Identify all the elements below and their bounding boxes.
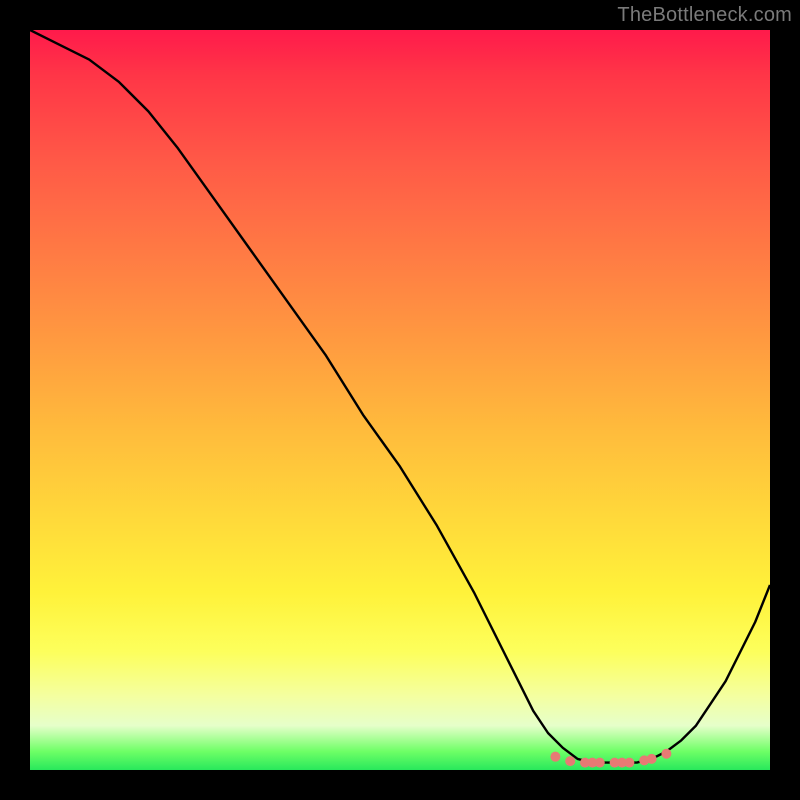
valley-marker: [595, 758, 605, 768]
watermark-text: TheBottleneck.com: [617, 4, 792, 27]
chart-svg: [30, 30, 770, 770]
chart-frame: TheBottleneck.com: [0, 0, 800, 800]
valley-marker: [550, 752, 560, 762]
valley-marker: [647, 754, 657, 764]
valley-marker: [565, 756, 575, 766]
bottleneck-curve: [30, 30, 770, 763]
valley-marker: [661, 749, 671, 759]
valley-marker: [624, 758, 634, 768]
plot-area: [30, 30, 770, 770]
